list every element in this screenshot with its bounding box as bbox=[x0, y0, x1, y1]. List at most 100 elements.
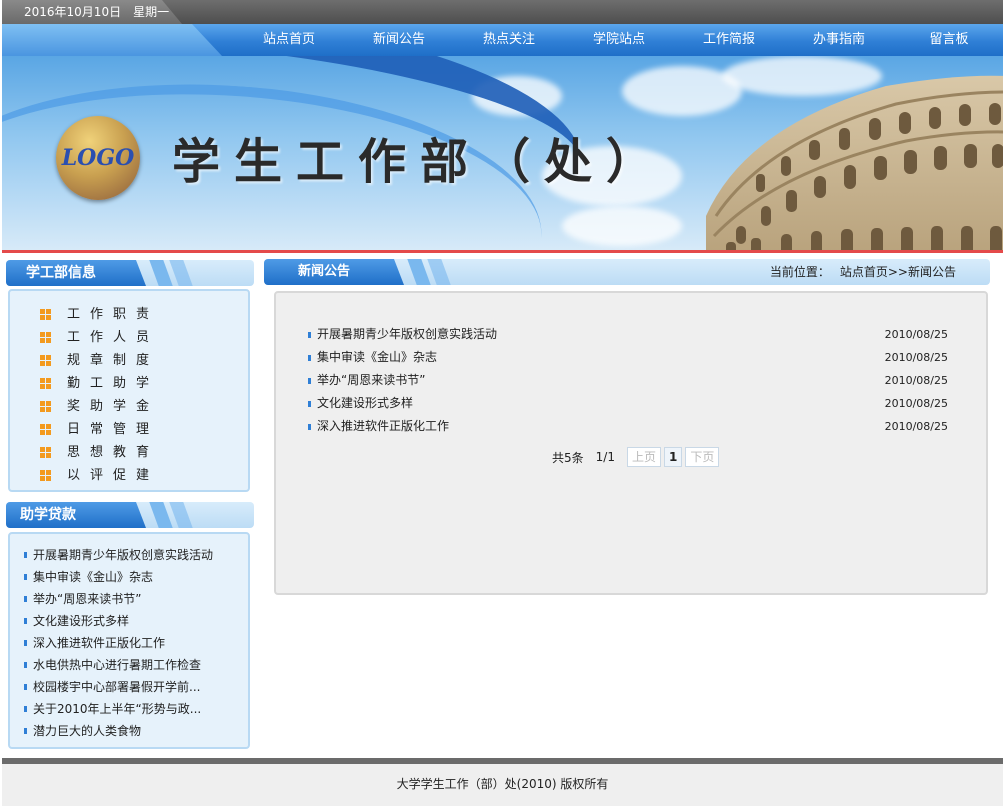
list-item-label: 集中审读《金山》杂志 bbox=[33, 570, 154, 584]
list-item-label: 举办“周恩来读书节” bbox=[33, 592, 142, 606]
news-row[interactable]: 深入推进软件正版化工作 2010/08/25 bbox=[308, 415, 948, 438]
sidebar-item-evaluation[interactable]: 以评促建 bbox=[40, 464, 248, 487]
news-list: 开展暑期青少年版权创意实践活动 2010/08/25 集中审读《金山》杂志 2010… bbox=[308, 323, 948, 438]
nav-item-hot[interactable]: 热点关注 bbox=[454, 24, 564, 56]
pagination-total: 共5条 bbox=[552, 450, 584, 465]
list-item-label: 潜力巨大的人类食物 bbox=[33, 724, 142, 738]
bullet-icon bbox=[308, 331, 311, 338]
list-item[interactable]: 潜力巨大的人类食物 bbox=[24, 720, 248, 742]
news-date: 2010/08/25 bbox=[884, 374, 948, 387]
prev-page-button[interactable]: 上页 bbox=[626, 447, 661, 467]
nav-item-news[interactable]: 新闻公告 bbox=[344, 24, 454, 56]
bullet-icon bbox=[24, 596, 27, 602]
sidebar-item-label: 思想教育 bbox=[67, 445, 160, 460]
news-date: 2010/08/25 bbox=[884, 351, 948, 364]
list-item[interactable]: 开展暑期青少年版权创意实践活动 bbox=[24, 544, 248, 566]
date-display: 2016年10月10日 星期一 bbox=[2, 0, 182, 24]
sidebar-item-label: 工作职责 bbox=[67, 307, 160, 322]
main-header: 新闻公告 当前位置： 站点首页>>新闻公告 bbox=[264, 259, 990, 285]
bullet-icon bbox=[24, 728, 27, 734]
nav-item-guestbook[interactable]: 留言板 bbox=[894, 24, 1004, 56]
list-item[interactable]: 水电供热中心进行暑期工作检查 bbox=[24, 654, 248, 676]
copyright-text: 大学学生工作（部）处(2010) 版权所有 bbox=[396, 777, 609, 791]
bullet-icon bbox=[24, 662, 27, 668]
grid-icon bbox=[40, 470, 51, 481]
grid-icon bbox=[40, 355, 51, 366]
news-row[interactable]: 开展暑期青少年版权创意实践活动 2010/08/25 bbox=[308, 323, 948, 346]
news-title[interactable]: 举办“周恩来读书节” bbox=[317, 369, 885, 392]
list-item[interactable]: 文化建设形式多样 bbox=[24, 610, 248, 632]
grid-icon bbox=[40, 332, 51, 343]
list-item[interactable]: 关于2010年上半年“形势与政... bbox=[24, 698, 248, 720]
sidebar-item-management[interactable]: 日常管理 bbox=[40, 418, 248, 441]
news-row[interactable]: 举办“周恩来读书节” 2010/08/25 bbox=[308, 369, 948, 392]
header-stripe bbox=[169, 260, 193, 286]
bullet-icon bbox=[308, 354, 311, 361]
sidebar-info-header: 学工部信息 bbox=[6, 260, 254, 286]
news-title[interactable]: 深入推进软件正版化工作 bbox=[317, 415, 885, 438]
grid-icon bbox=[40, 309, 51, 320]
sidebar-item-label: 工作人员 bbox=[67, 330, 160, 345]
breadcrumb-path[interactable]: 站点首页>>新闻公告 bbox=[840, 265, 956, 279]
main-title: 新闻公告 bbox=[264, 259, 404, 285]
breadcrumb-label: 当前位置： bbox=[769, 265, 830, 279]
sidebar-item-education[interactable]: 思想教育 bbox=[40, 441, 248, 464]
bullet-icon bbox=[308, 400, 311, 407]
header-stripe bbox=[407, 259, 431, 285]
main-nav: 站点首页 新闻公告 热点关注 学院站点 工作简报 办事指南 留言板 bbox=[2, 24, 1003, 56]
sidebar-item-workstudy[interactable]: 勤工助学 bbox=[40, 372, 248, 395]
sidebar-info-list: 工作职责 工作人员 规章制度 勤工助学 奖助学金 日常管理 思想教育 以评促建 bbox=[10, 291, 248, 487]
logo: LOGO bbox=[56, 116, 140, 200]
sidebar-item-rules[interactable]: 规章制度 bbox=[40, 349, 248, 372]
news-title[interactable]: 开展暑期青少年版权创意实践活动 bbox=[317, 323, 885, 346]
next-page-button[interactable]: 下页 bbox=[685, 447, 720, 467]
bullet-icon bbox=[308, 377, 311, 384]
news-row[interactable]: 集中审读《金山》杂志 2010/08/25 bbox=[308, 346, 948, 369]
bullet-icon bbox=[24, 640, 27, 646]
header-stripe bbox=[427, 259, 451, 285]
list-item[interactable]: 深入推进软件正版化工作 bbox=[24, 632, 248, 654]
news-panel: 开展暑期青少年版权创意实践活动 2010/08/25 集中审读《金山》杂志 2010… bbox=[274, 291, 988, 595]
header-stripe bbox=[169, 502, 193, 528]
header-stripe bbox=[149, 260, 173, 286]
list-item[interactable]: 集中审读《金山》杂志 bbox=[24, 566, 248, 588]
header-banner: LOGO 学生工作部（处） bbox=[2, 56, 1003, 250]
site-title: 学生工作部（处） bbox=[172, 134, 669, 190]
grid-icon bbox=[40, 401, 51, 412]
nav-item-briefing[interactable]: 工作简报 bbox=[674, 24, 784, 56]
news-title[interactable]: 集中审读《金山》杂志 bbox=[317, 346, 885, 369]
nav-item-home[interactable]: 站点首页 bbox=[234, 24, 344, 56]
sidebar-item-staff[interactable]: 工作人员 bbox=[40, 326, 248, 349]
breadcrumb: 当前位置： 站点首页>>新闻公告 bbox=[770, 259, 956, 285]
sidebar-item-scholarships[interactable]: 奖助学金 bbox=[40, 395, 248, 418]
bullet-icon bbox=[24, 618, 27, 624]
nav-item-colleges[interactable]: 学院站点 bbox=[564, 24, 674, 56]
list-item[interactable]: 举办“周恩来读书节” bbox=[24, 588, 248, 610]
nav-item-guide[interactable]: 办事指南 bbox=[784, 24, 894, 56]
sidebar-loan-header: 助学贷款 bbox=[6, 502, 254, 528]
sidebar-item-label: 勤工助学 bbox=[67, 376, 160, 391]
list-item[interactable]: 校园楼宇中心部署暑假开学前... bbox=[24, 676, 248, 698]
nav-left-decoration bbox=[2, 24, 222, 56]
sidebar-item-duties[interactable]: 工作职责 bbox=[40, 303, 248, 326]
list-item-label: 深入推进软件正版化工作 bbox=[33, 636, 166, 650]
sidebar-item-label: 以评促建 bbox=[67, 468, 160, 483]
pagination: 共5条 1/1 上页 1 下页 bbox=[552, 447, 722, 467]
weekday-text: 星期一 bbox=[133, 5, 170, 19]
list-item-label: 文化建设形式多样 bbox=[33, 614, 130, 628]
sidebar-info-title: 学工部信息 bbox=[6, 260, 146, 286]
news-row[interactable]: 文化建设形式多样 2010/08/25 bbox=[308, 392, 948, 415]
bullet-icon bbox=[24, 684, 27, 690]
list-item-label: 关于2010年上半年“形势与政... bbox=[33, 702, 202, 716]
bullet-icon bbox=[24, 552, 27, 558]
bullet-icon bbox=[24, 706, 27, 712]
sidebar-info-box: 工作职责 工作人员 规章制度 勤工助学 奖助学金 日常管理 思想教育 以评促建 bbox=[8, 289, 250, 492]
cloud bbox=[562, 206, 682, 246]
news-title[interactable]: 文化建设形式多样 bbox=[317, 392, 885, 415]
list-item-label: 开展暑期青少年版权创意实践活动 bbox=[33, 548, 214, 562]
page-number-button[interactable]: 1 bbox=[663, 447, 683, 467]
top-bar: 2016年10月10日 星期一 bbox=[2, 0, 1003, 24]
sidebar-loan-title: 助学贷款 bbox=[6, 502, 146, 528]
sidebar-item-label: 奖助学金 bbox=[67, 399, 160, 414]
news-date: 2010/08/25 bbox=[884, 397, 948, 410]
